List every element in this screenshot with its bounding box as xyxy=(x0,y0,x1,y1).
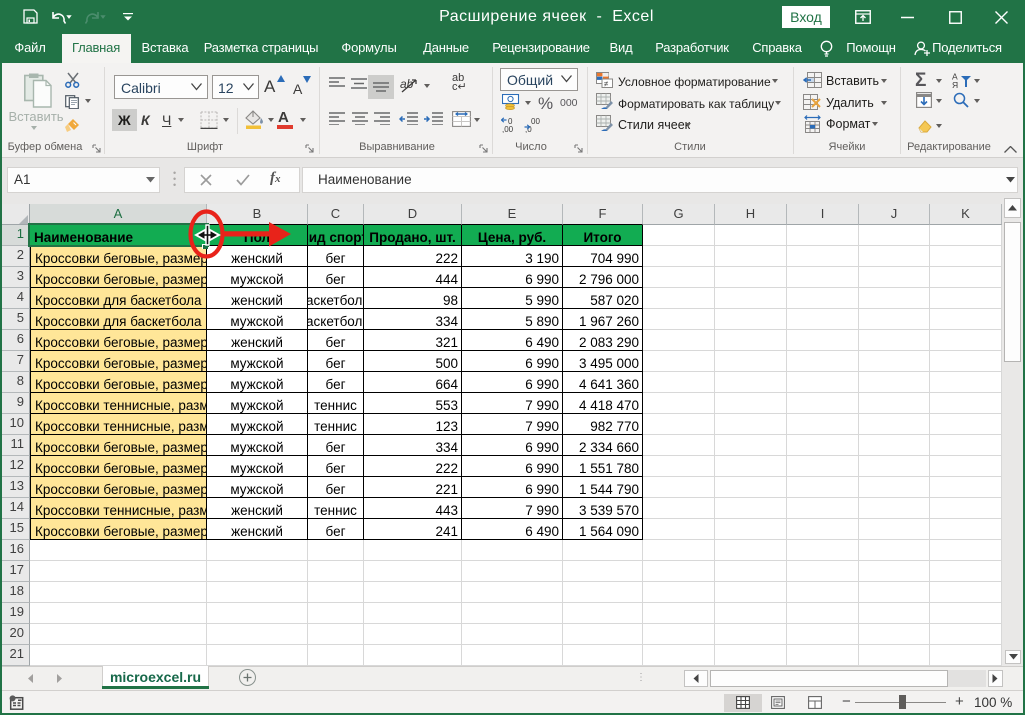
svg-text:,00: ,00 xyxy=(502,125,514,133)
svg-text:00: 00 xyxy=(531,117,540,126)
svg-text:Я: Я xyxy=(952,80,958,88)
svg-text:≠: ≠ xyxy=(604,80,609,89)
